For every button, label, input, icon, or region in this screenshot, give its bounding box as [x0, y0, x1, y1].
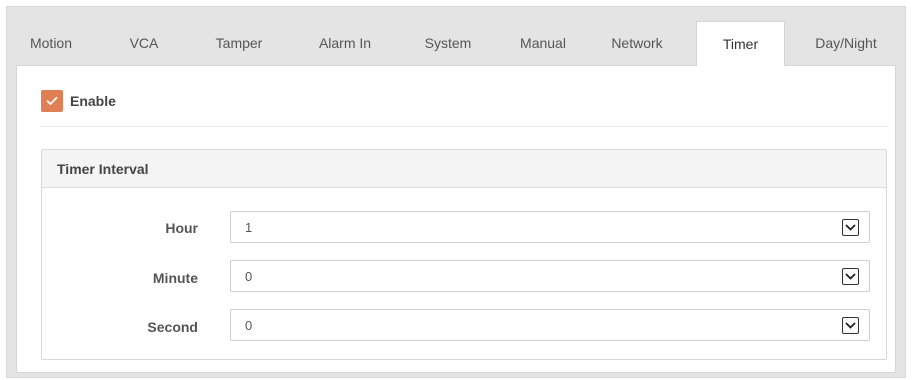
chevron-down-icon[interactable] [842, 317, 859, 334]
hour-select[interactable]: 1 [230, 211, 870, 243]
chevron-down-icon[interactable] [842, 219, 859, 236]
tab-bar: Motion VCA Tamper Alarm In System Manual… [7, 7, 905, 66]
enable-label: Enable [70, 93, 116, 109]
event-settings-container: Motion VCA Tamper Alarm In System Manual… [6, 6, 906, 378]
second-select[interactable]: 0 [230, 309, 870, 341]
enable-toggle[interactable]: Enable [41, 88, 116, 114]
tab-motion[interactable]: Motion [17, 21, 85, 65]
tab-tamper[interactable]: Tamper [203, 21, 275, 65]
second-label: Second [147, 319, 198, 335]
timer-interval-title: Timer Interval [42, 150, 886, 188]
tab-vca[interactable]: VCA [119, 21, 169, 65]
tab-timer[interactable]: Timer [696, 21, 785, 66]
tab-manual[interactable]: Manual [507, 21, 579, 65]
minute-label: Minute [152, 270, 198, 286]
tab-alarm-in[interactable]: Alarm In [307, 21, 383, 65]
chevron-down-icon[interactable] [842, 268, 859, 285]
timer-interval-group: Timer Interval Hour 1 Minute 0 Second 0 [41, 149, 887, 360]
timer-panel: Enable Timer Interval Hour 1 Minute 0 Se… [16, 65, 896, 373]
tab-network[interactable]: Network [597, 21, 677, 65]
divider [41, 126, 887, 127]
second-value: 0 [245, 317, 253, 333]
hour-label: Hour [165, 220, 198, 236]
tab-day-night[interactable]: Day/Night [801, 21, 891, 65]
hour-value: 1 [245, 219, 253, 235]
enable-checkbox[interactable] [41, 90, 63, 112]
minute-select[interactable]: 0 [230, 260, 870, 292]
checkmark-icon [46, 96, 58, 105]
minute-value: 0 [245, 268, 253, 284]
tab-system[interactable]: System [413, 21, 483, 65]
